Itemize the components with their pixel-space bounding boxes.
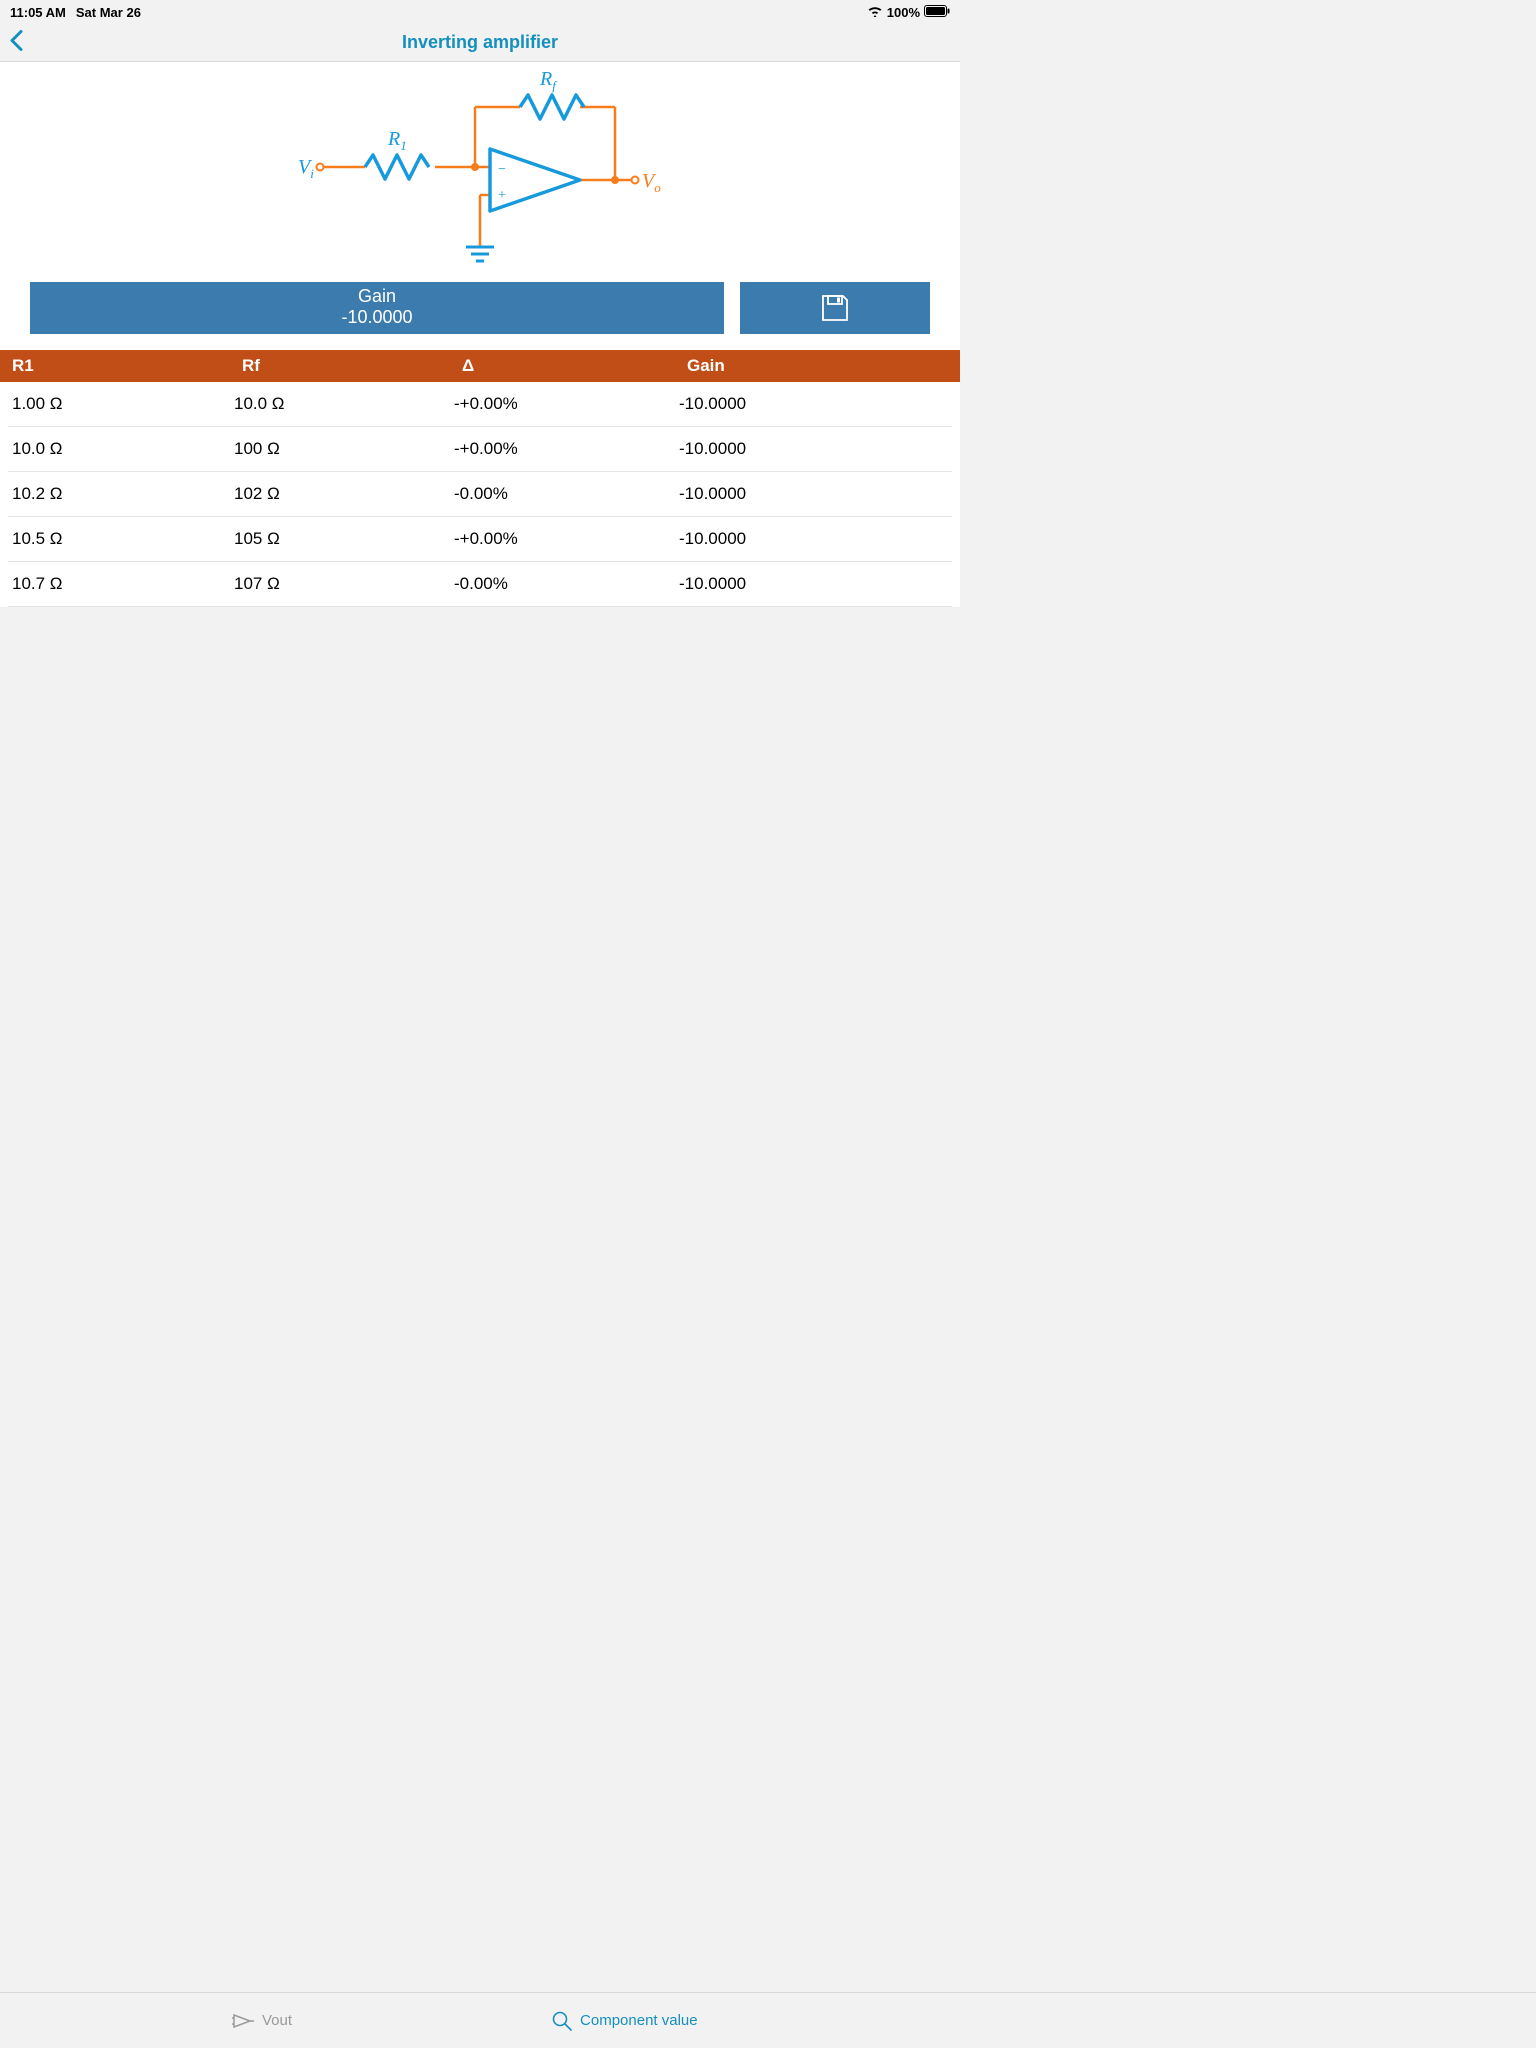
cell-delta: -+0.00% bbox=[450, 439, 675, 459]
cell-delta: -+0.00% bbox=[450, 394, 675, 414]
svg-text:−: − bbox=[498, 162, 506, 177]
nav-bar: Inverting amplifier bbox=[0, 24, 960, 62]
gain-value: -10.0000 bbox=[30, 307, 724, 328]
cell-r1: 10.5 Ω bbox=[8, 529, 230, 549]
gain-button[interactable]: Gain -10.0000 bbox=[30, 282, 724, 334]
save-button[interactable] bbox=[740, 282, 930, 334]
wifi-icon bbox=[867, 5, 883, 20]
cell-r1: 10.7 Ω bbox=[8, 574, 230, 594]
cell-rf: 10.0 Ω bbox=[230, 394, 450, 414]
header-r1: R1 bbox=[0, 356, 230, 376]
cell-gain: -10.0000 bbox=[675, 574, 952, 594]
cell-r1: 10.2 Ω bbox=[8, 484, 230, 504]
svg-text:Vo: Vo bbox=[642, 170, 661, 195]
status-bar: 11:05 AM Sat Mar 26 100% bbox=[0, 0, 960, 24]
svg-text:R1: R1 bbox=[387, 128, 407, 153]
back-button[interactable] bbox=[8, 28, 26, 57]
cell-rf: 105 Ω bbox=[230, 529, 450, 549]
table-header: R1 Rf Δ Gain bbox=[0, 350, 960, 382]
cell-rf: 100 Ω bbox=[230, 439, 450, 459]
status-time: 11:05 AM bbox=[10, 5, 66, 20]
bottom-toolbar: Vout Component value bbox=[0, 1992, 1536, 2048]
status-date: Sat Mar 26 bbox=[76, 5, 141, 20]
svg-text:Vi: Vi bbox=[298, 156, 314, 181]
table-row[interactable]: 10.0 Ω100 Ω-+0.00%-10.0000 bbox=[8, 427, 952, 472]
cell-rf: 102 Ω bbox=[230, 484, 450, 504]
page-title: Inverting amplifier bbox=[0, 32, 960, 53]
svg-text:+: + bbox=[498, 188, 506, 203]
search-icon bbox=[552, 2011, 572, 2031]
cell-gain: -10.0000 bbox=[675, 394, 952, 414]
cell-r1: 1.00 Ω bbox=[8, 394, 230, 414]
table-row[interactable]: 1.00 Ω10.0 Ω-+0.00%-10.0000 bbox=[8, 382, 952, 427]
header-delta: Δ bbox=[450, 356, 675, 376]
status-battery-pct: 100% bbox=[887, 5, 920, 20]
table-body: 1.00 Ω10.0 Ω-+0.00%-10.000010.0 Ω100 Ω-+… bbox=[0, 382, 960, 607]
table-row[interactable]: 10.5 Ω105 Ω-+0.00%-10.0000 bbox=[8, 517, 952, 562]
component-value-tab[interactable]: Component value bbox=[552, 2011, 698, 2031]
cell-delta: -0.00% bbox=[450, 574, 675, 594]
cell-delta: -+0.00% bbox=[450, 529, 675, 549]
header-gain: Gain bbox=[675, 356, 960, 376]
table-row[interactable]: 10.7 Ω107 Ω-0.00%-10.0000 bbox=[8, 562, 952, 607]
cell-rf: 107 Ω bbox=[230, 574, 450, 594]
battery-icon bbox=[924, 5, 950, 20]
component-value-label: Component value bbox=[580, 2012, 698, 2029]
svg-text:Rf: Rf bbox=[539, 68, 558, 93]
header-rf: Rf bbox=[230, 356, 450, 376]
opamp-icon bbox=[232, 2013, 254, 2029]
cell-gain: -10.0000 bbox=[675, 439, 952, 459]
save-icon bbox=[820, 293, 850, 323]
cell-r1: 10.0 Ω bbox=[8, 439, 230, 459]
vout-tab[interactable]: Vout bbox=[232, 2012, 292, 2029]
cell-delta: -0.00% bbox=[450, 484, 675, 504]
circuit-diagram: − + Vi R1 Rf Vo bbox=[0, 62, 960, 282]
cell-gain: -10.0000 bbox=[675, 529, 952, 549]
gain-label: Gain bbox=[30, 286, 724, 307]
cell-gain: -10.0000 bbox=[675, 484, 952, 504]
table-row[interactable]: 10.2 Ω102 Ω-0.00%-10.0000 bbox=[8, 472, 952, 517]
vout-label: Vout bbox=[262, 2012, 292, 2029]
